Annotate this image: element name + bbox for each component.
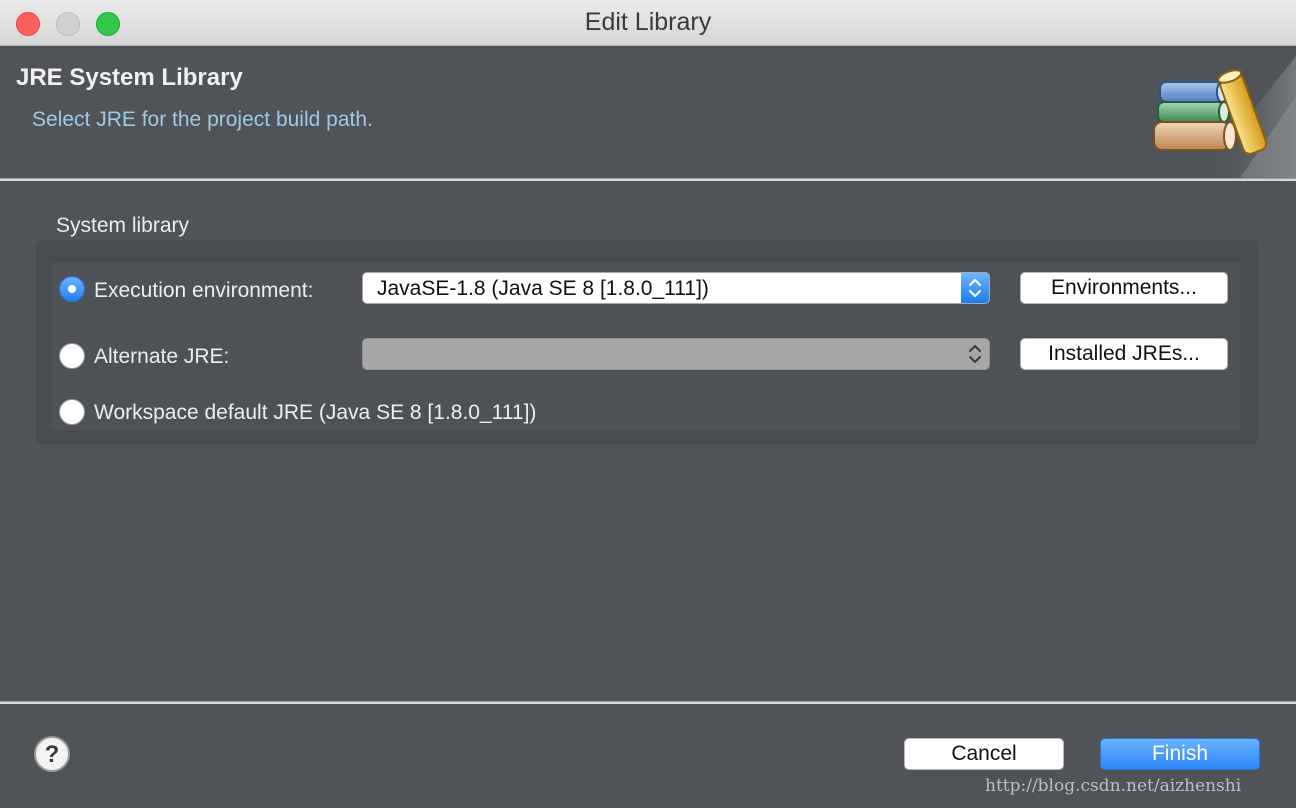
window-title: Edit Library: [584, 8, 712, 36]
title-bar: Edit Library: [0, 0, 1296, 46]
environments-button[interactable]: Environments...: [1020, 272, 1228, 304]
select-arrows-icon: [961, 273, 989, 303]
execution-environment-label[interactable]: Execution environment:: [94, 279, 313, 303]
header-separator: [0, 178, 1296, 181]
alternate-jre-radio[interactable]: [59, 343, 85, 369]
edit-library-dialog: Edit Library JRE System Library Select J…: [0, 0, 1296, 808]
execution-environment-select[interactable]: JavaSE-1.8 (Java SE 8 [1.8.0_111]): [362, 272, 990, 304]
help-icon[interactable]: ?: [33, 735, 71, 773]
watermark: http://blog.csdn.net/aizhenshi: [985, 776, 1242, 796]
workspace-default-jre-radio[interactable]: [59, 399, 85, 425]
page-title: JRE System Library: [16, 64, 243, 91]
installed-jres-button[interactable]: Installed JREs...: [1020, 338, 1228, 370]
alternate-jre-select: [362, 338, 990, 370]
workspace-default-jre-label[interactable]: Workspace default JRE (Java SE 8 [1.8.0_…: [94, 401, 536, 425]
execution-environment-radio[interactable]: [59, 276, 85, 302]
footer-separator: [0, 701, 1296, 704]
system-library-label: System library: [56, 214, 190, 237]
execution-environment-value: JavaSE-1.8 (Java SE 8 [1.8.0_111]): [377, 277, 709, 300]
page-description: Select JRE for the project build path.: [32, 108, 373, 131]
select-arrows-icon: [961, 339, 989, 369]
header-banner: JRE System Library Select JRE for the pr…: [0, 46, 1296, 178]
cancel-button[interactable]: Cancel: [904, 738, 1064, 770]
alternate-jre-label[interactable]: Alternate JRE:: [94, 345, 229, 369]
svg-text:?: ?: [45, 741, 60, 768]
library-books-icon: [1153, 56, 1296, 178]
finish-button[interactable]: Finish: [1100, 738, 1260, 770]
